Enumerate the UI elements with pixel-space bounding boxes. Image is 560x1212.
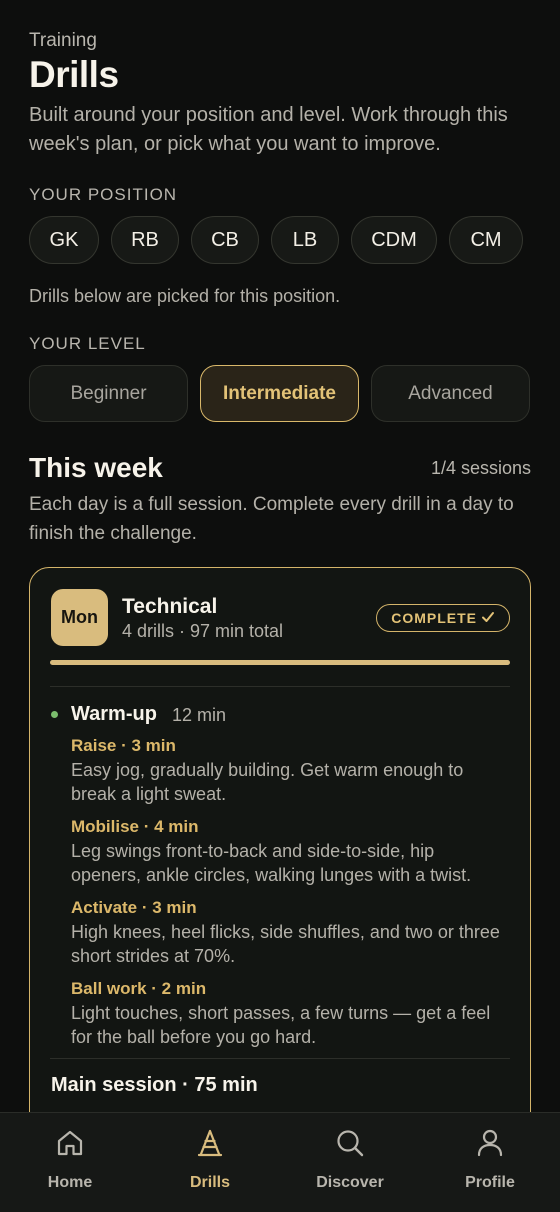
tab-profile[interactable]: Profile (420, 1113, 560, 1212)
tab-drills[interactable]: Drills (140, 1113, 280, 1212)
level-option-intermediate[interactable]: Intermediate (200, 365, 359, 422)
position-chip-lb[interactable]: LB (271, 216, 339, 264)
tab-label: Discover (316, 1174, 384, 1191)
check-icon (481, 610, 495, 627)
level-selector: Beginner Intermediate Advanced (29, 365, 530, 422)
tab-home[interactable]: Home (0, 1113, 140, 1212)
position-section-label: YOUR POSITION (29, 185, 178, 204)
drill-heading: Activate · 3 min (71, 898, 197, 917)
person-icon (474, 1127, 506, 1164)
level-option-advanced[interactable]: Advanced (371, 365, 530, 422)
card-divider (50, 1058, 510, 1059)
week-note: Each day is a full session. Complete eve… (29, 494, 514, 544)
drill-description: Easy jog, gradually building. Get warm e… (71, 760, 464, 804)
drills-screen: Training Drills Built around your positi… (0, 0, 560, 1212)
tab-label: Drills (189, 1174, 230, 1191)
position-chip-cdm[interactable]: CDM (351, 216, 437, 264)
card-divider (50, 686, 510, 687)
bottom-tab-bar: Home Drills Discover Profile (0, 1112, 560, 1212)
week-session-count: 1/4 sessions (430, 458, 531, 478)
day-badge: Mon (51, 589, 108, 646)
tab-label: Profile (465, 1174, 515, 1191)
drill-heading: Mobilise · 4 min (71, 817, 199, 836)
page-title: Drills (29, 54, 119, 95)
drill-heading: Ball work · 2 min (71, 979, 207, 998)
drill-description: Leg swings front-to-back and side-to-sid… (71, 841, 472, 885)
tab-label: Home (47, 1174, 93, 1191)
complete-badge: COMPLETE (376, 604, 510, 632)
cone-icon (194, 1127, 226, 1164)
scroll-content[interactable]: Training Drills Built around your positi… (0, 0, 560, 1112)
tab-discover[interactable]: Discover (280, 1113, 420, 1212)
warmup-duration: 12 min (172, 705, 227, 725)
position-chips: GK RB CB LB CDM CM (29, 216, 523, 264)
page-intro: Built around your position and level. Wo… (29, 104, 508, 155)
position-note: Drills below are picked for this positio… (29, 286, 341, 306)
drill-description: Light touches, short passes, a few turns… (71, 1003, 491, 1047)
warmup-title: Warm-up (71, 703, 157, 725)
complete-label: COMPLETE (391, 610, 477, 626)
drill-item: Mobilise · 4 min Leg swings front-to-bac… (71, 815, 501, 887)
drill-heading: Raise · 3 min (71, 736, 176, 755)
session-progress-bar (50, 660, 510, 665)
home-icon (54, 1127, 86, 1164)
level-section-label: YOUR LEVEL (29, 334, 146, 353)
drill-item: Activate · 3 min High knees, heel flicks… (71, 896, 501, 968)
level-option-beginner[interactable]: Beginner (29, 365, 188, 422)
week-title: This week (29, 452, 163, 483)
position-chip-gk[interactable]: GK (29, 216, 99, 264)
session-card[interactable]: Mon Technical 4 drills · 97 min total CO… (29, 567, 531, 1112)
position-chip-rb[interactable]: RB (111, 216, 179, 264)
warmup-status-dot (51, 711, 58, 718)
main-session-label[interactable]: Main session · 75 min (51, 1074, 258, 1097)
session-title: Technical (122, 595, 218, 618)
session-progress-fill (50, 660, 510, 665)
warmup-drill-list: Raise · 3 min Easy jog, gradually buildi… (71, 734, 501, 1058)
drill-description: High knees, heel flicks, side shuffles, … (71, 922, 500, 966)
page-eyebrow: Training (29, 30, 97, 51)
position-chip-cm[interactable]: CM (449, 216, 523, 264)
session-subtitle: 4 drills · 97 min total (122, 621, 284, 641)
search-icon (334, 1127, 366, 1164)
position-chip-cb[interactable]: CB (191, 216, 259, 264)
drill-item: Ball work · 2 min Light touches, short p… (71, 977, 501, 1049)
drill-item: Raise · 3 min Easy jog, gradually buildi… (71, 734, 501, 806)
